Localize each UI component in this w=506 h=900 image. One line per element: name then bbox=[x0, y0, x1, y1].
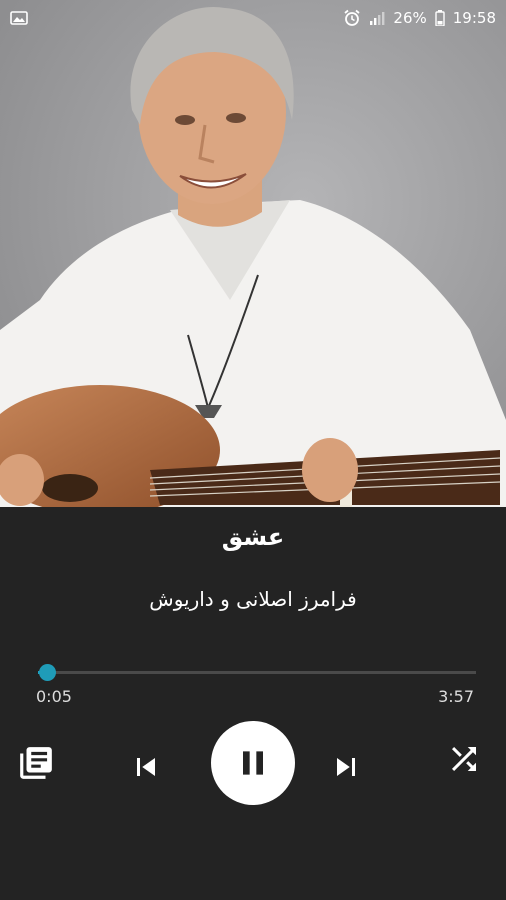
battery-percent: 26% bbox=[393, 8, 427, 27]
elapsed-time: 0:05 bbox=[36, 687, 72, 706]
total-time: 3:57 bbox=[438, 687, 474, 706]
album-artwork: 26% 19:58 bbox=[0, 0, 506, 507]
clock: 19:58 bbox=[452, 8, 496, 27]
alarm-icon bbox=[344, 9, 360, 26]
artist-name: فرامرز اصلانی و داریوش bbox=[149, 587, 357, 611]
status-bar: 26% 19:58 bbox=[0, 0, 506, 36]
skip-next-icon bbox=[337, 758, 355, 776]
shuffle-button[interactable] bbox=[442, 737, 486, 781]
signal-icon bbox=[370, 12, 385, 25]
status-left bbox=[10, 11, 28, 25]
song-title: عشق bbox=[221, 523, 285, 551]
queue-button[interactable] bbox=[14, 741, 58, 785]
status-right: 26% 19:58 bbox=[343, 9, 496, 27]
gallery-notification-icon bbox=[10, 11, 28, 25]
pause-button[interactable] bbox=[211, 721, 295, 805]
previous-button[interactable] bbox=[124, 745, 168, 789]
queue-list-icon bbox=[20, 747, 52, 779]
artist-photo bbox=[0, 0, 506, 507]
seek-bar[interactable] bbox=[38, 664, 476, 681]
player-panel: عشق فرامرز اصلانی و داریوش 0:05 3:57 bbox=[0, 507, 506, 900]
skip-previous-icon bbox=[137, 758, 155, 776]
battery-icon bbox=[435, 10, 445, 26]
next-button[interactable] bbox=[324, 745, 368, 789]
pause-icon bbox=[243, 751, 263, 775]
shuffle-icon bbox=[452, 747, 476, 771]
seek-bar-thumb[interactable] bbox=[38, 664, 56, 681]
